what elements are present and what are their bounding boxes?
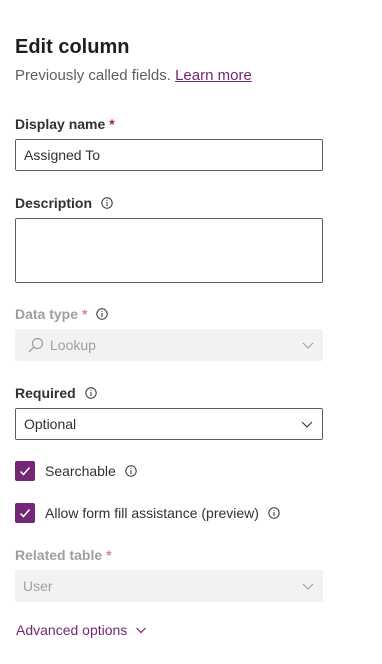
info-icon[interactable]	[101, 197, 113, 209]
chevron-down-icon	[300, 417, 314, 431]
description-label: Description	[15, 195, 113, 211]
advanced-options-label: Advanced options	[16, 622, 128, 638]
required-asterisk: *	[109, 116, 115, 132]
data-type-label: Data type *	[15, 306, 109, 322]
related-table-label: Related table *	[15, 547, 112, 563]
required-dropdown[interactable]: Optional	[15, 408, 323, 440]
description-label-text: Description	[15, 195, 93, 211]
required-asterisk: *	[106, 547, 112, 563]
info-icon[interactable]	[268, 507, 280, 519]
info-icon[interactable]	[84, 387, 97, 399]
learn-more-link[interactable]: Learn more	[175, 67, 252, 84]
advanced-options-toggle[interactable]: Advanced options	[16, 622, 147, 638]
display-name-label: Display name *	[15, 116, 115, 132]
info-icon[interactable]	[125, 465, 137, 477]
required-label: Required	[15, 385, 97, 401]
related-table-dropdown: User	[15, 570, 323, 602]
panel-title: Edit column	[15, 36, 130, 58]
subtitle-text: Previously called fields.	[15, 67, 171, 84]
data-type-value: Lookup	[50, 337, 96, 353]
checkmark-icon[interactable]	[15, 461, 35, 481]
checkmark-icon[interactable]	[15, 503, 35, 523]
display-name-label-text: Display name	[15, 116, 106, 132]
chevron-down-icon	[301, 338, 315, 352]
required-value: Optional	[24, 416, 77, 432]
display-name-value: Assigned To	[24, 147, 101, 163]
chevron-down-icon	[301, 579, 315, 593]
searchable-checkbox[interactable]: Searchable	[15, 461, 137, 481]
chevron-down-icon	[135, 624, 147, 636]
display-name-input[interactable]: Assigned To	[15, 139, 323, 171]
form-fill-label: Allow form fill assistance (preview)	[45, 505, 259, 521]
related-table-label-text: Related table	[15, 547, 103, 563]
description-textarea[interactable]	[15, 218, 323, 283]
related-table-value: User	[23, 578, 53, 594]
data-type-dropdown: Lookup	[15, 329, 323, 361]
required-label-text: Required	[15, 385, 76, 401]
required-asterisk: *	[82, 306, 88, 322]
form-fill-checkbox[interactable]: Allow form fill assistance (preview)	[15, 503, 280, 523]
edit-column-panel: Edit column Previously called fields. Le…	[0, 0, 382, 664]
info-icon[interactable]	[96, 308, 109, 320]
data-type-label-text: Data type	[15, 306, 79, 322]
searchable-label: Searchable	[45, 463, 116, 479]
panel-subtitle: Previously called fields. Learn more	[15, 67, 252, 84]
search-icon	[27, 336, 45, 354]
